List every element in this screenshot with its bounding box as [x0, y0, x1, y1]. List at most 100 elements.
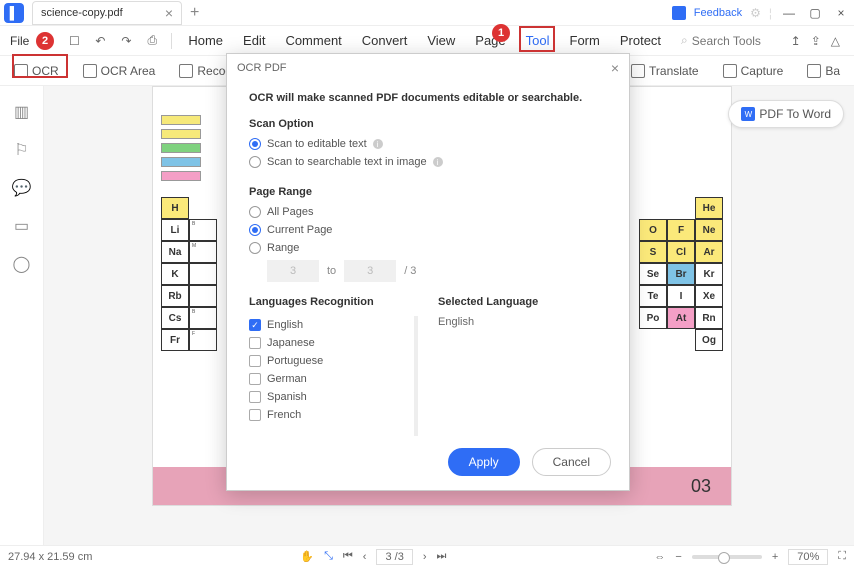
- range-radio[interactable]: Range: [249, 242, 607, 254]
- language-list[interactable]: ✓English Japanese Portuguese German Span…: [249, 316, 418, 436]
- checkbox-icon: [249, 409, 261, 421]
- scan-option-label: Scan Option: [249, 118, 607, 130]
- divider: [171, 33, 172, 49]
- capture-icon: [723, 64, 737, 78]
- hand-tool-icon[interactable]: ✋: [300, 550, 314, 563]
- lang-portuguese[interactable]: Portuguese: [249, 352, 410, 370]
- app-icon: ▌: [4, 3, 24, 23]
- batch-button[interactable]: Ba: [801, 61, 846, 81]
- checkbox-icon: [249, 391, 261, 403]
- menu-home[interactable]: Home: [178, 29, 233, 52]
- new-tab-button[interactable]: +: [190, 4, 199, 22]
- minimize-button[interactable]: —: [780, 6, 798, 20]
- zoom-in-icon[interactable]: +: [772, 551, 778, 563]
- last-page-icon[interactable]: ⏭: [437, 550, 447, 563]
- redo-icon[interactable]: ↷: [115, 30, 137, 52]
- cancel-button[interactable]: Cancel: [532, 448, 611, 476]
- prev-page-icon[interactable]: ‹: [363, 551, 367, 563]
- comments-icon[interactable]: 💬: [12, 178, 32, 198]
- close-tab-icon[interactable]: ×: [165, 5, 173, 21]
- selected-language-value: English: [438, 316, 607, 328]
- translate-button[interactable]: Translate: [625, 61, 705, 81]
- radio-icon: [249, 138, 261, 150]
- bookmark-icon[interactable]: ⚐: [14, 140, 28, 160]
- close-window-button[interactable]: ×: [832, 6, 850, 20]
- range-from-input[interactable]: [267, 260, 319, 282]
- fullscreen-icon[interactable]: ⛶: [838, 550, 846, 563]
- more-icon[interactable]: △: [831, 34, 840, 48]
- next-page-icon[interactable]: ›: [423, 551, 427, 563]
- element-cell: Fr: [161, 329, 189, 351]
- scan-searchable-radio[interactable]: Scan to searchable text in image i: [249, 156, 607, 168]
- info-icon[interactable]: i: [373, 139, 383, 149]
- range-total: / 3: [404, 265, 416, 277]
- lang-english[interactable]: ✓English: [249, 316, 410, 334]
- callout-ocr: [12, 54, 68, 78]
- lang-french[interactable]: French: [249, 406, 410, 424]
- element-cell: Cs: [161, 307, 189, 329]
- legend-stack: [161, 115, 201, 181]
- periodic-left: H LiB NaM K Rb CsB FrF: [161, 197, 217, 351]
- apply-button[interactable]: Apply: [448, 448, 520, 476]
- lang-german[interactable]: German: [249, 370, 410, 388]
- checkbox-icon: [249, 337, 261, 349]
- range-to-input[interactable]: [344, 260, 396, 282]
- thumbnails-icon[interactable]: ▥: [14, 102, 29, 122]
- feedback-link[interactable]: Feedback: [694, 7, 742, 19]
- ocr-area-button[interactable]: OCR Area: [77, 61, 162, 81]
- menu-comment[interactable]: Comment: [275, 29, 351, 52]
- recognize-icon: [179, 64, 193, 78]
- periodic-right: He OFNe SClAr SeBrKr TeIXe PoAtRn Og: [639, 197, 723, 351]
- menu-view[interactable]: View: [417, 29, 465, 52]
- select-tool-icon[interactable]: ⤡: [324, 550, 333, 563]
- callout-badge-1: 1: [492, 24, 510, 42]
- maximize-button[interactable]: ▢: [806, 6, 824, 20]
- zoom-value[interactable]: 70%: [788, 549, 828, 565]
- scan-editable-radio[interactable]: Scan to editable text i: [249, 138, 607, 150]
- first-page-icon[interactable]: ⏮: [343, 550, 353, 563]
- upload-icon[interactable]: ↥: [791, 34, 801, 48]
- print-icon[interactable]: ⎙: [141, 30, 163, 52]
- menu-edit[interactable]: Edit: [233, 29, 275, 52]
- zoom-out-icon[interactable]: −: [675, 551, 681, 563]
- radio-icon: [249, 224, 261, 236]
- titlebar: ▌ science-copy.pdf × + Feedback ⚙ ¦ — ▢ …: [0, 0, 854, 26]
- dialog-titlebar: OCR PDF ×: [227, 54, 629, 82]
- page-indicator[interactable]: 3 /3: [376, 549, 412, 565]
- callout-badge-2: 2: [36, 32, 54, 50]
- file-menu[interactable]: File: [4, 30, 35, 52]
- menu-protect[interactable]: Protect: [610, 29, 671, 52]
- search-input[interactable]: [692, 34, 772, 48]
- document-tab[interactable]: science-copy.pdf ×: [32, 1, 182, 25]
- checkbox-icon: [249, 373, 261, 385]
- all-pages-radio[interactable]: All Pages: [249, 206, 607, 218]
- pdf-to-word-button[interactable]: W PDF To Word: [728, 100, 844, 128]
- save-icon[interactable]: ☐: [63, 30, 85, 52]
- left-rail: ▥ ⚐ 💬 ▭ ◯: [0, 86, 44, 545]
- menu-form[interactable]: Form: [560, 29, 610, 52]
- range-to-label: to: [327, 265, 336, 277]
- user-avatar-icon[interactable]: ⚙: [750, 6, 761, 20]
- current-page-radio[interactable]: Current Page: [249, 224, 607, 236]
- info-icon[interactable]: i: [433, 157, 443, 167]
- zoom-slider[interactable]: [692, 555, 762, 559]
- menu-convert[interactable]: Convert: [352, 29, 418, 52]
- lang-spanish[interactable]: Spanish: [249, 388, 410, 406]
- search-panel-icon[interactable]: ◯: [13, 254, 31, 274]
- ocr-area-icon: [83, 64, 97, 78]
- undo-icon[interactable]: ↶: [89, 30, 111, 52]
- checkbox-icon: [249, 355, 261, 367]
- share-icon[interactable]: ⇪: [811, 34, 821, 48]
- callout-tool: [519, 26, 555, 52]
- checkbox-icon: ✓: [249, 319, 261, 331]
- dialog-close-button[interactable]: ×: [611, 60, 619, 76]
- radio-icon: [249, 242, 261, 254]
- radio-icon: [249, 156, 261, 168]
- lang-japanese[interactable]: Japanese: [249, 334, 410, 352]
- fit-width-icon[interactable]: ⇔: [654, 551, 665, 563]
- attachments-icon[interactable]: ▭: [14, 216, 29, 236]
- capture-button[interactable]: Capture: [717, 61, 790, 81]
- ocr-dialog: OCR PDF × OCR will make scanned PDF docu…: [226, 53, 630, 491]
- word-icon: W: [741, 107, 755, 121]
- languages-label: Languages Recognition: [249, 296, 418, 308]
